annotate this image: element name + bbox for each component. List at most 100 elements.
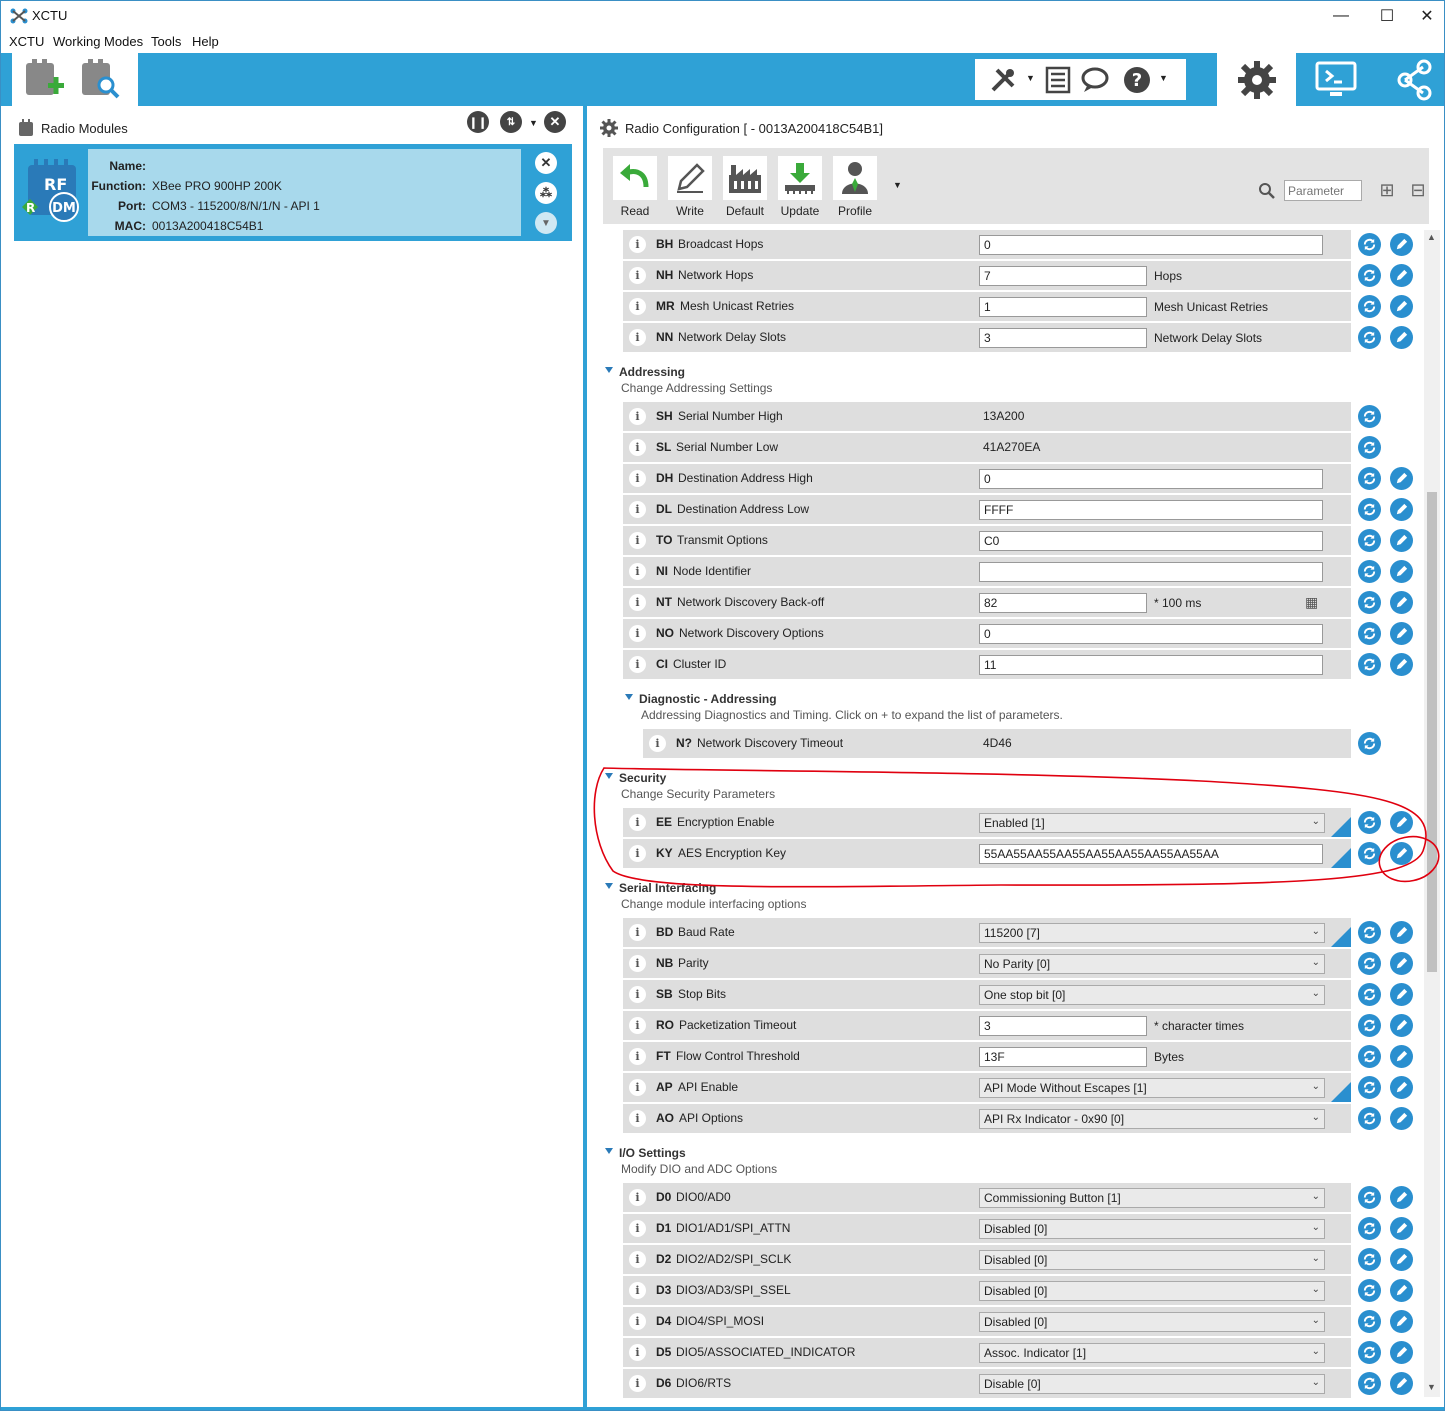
parameter-search-input[interactable] [1284, 180, 1362, 201]
param-value-input[interactable]: 55AA55AA55AA55AA55AA55AA55AA55AA [979, 844, 1323, 864]
refresh-param-button[interactable] [1358, 1014, 1381, 1037]
info-icon[interactable]: i [629, 439, 646, 456]
param-value-select[interactable]: Assoc. Indicator [1] ⌄ [979, 1343, 1325, 1363]
tools-icon[interactable] [989, 66, 1017, 94]
param-value-input[interactable]: 82 [979, 593, 1147, 613]
write-param-button[interactable] [1390, 1341, 1413, 1364]
refresh-param-button[interactable] [1358, 405, 1381, 428]
write-param-button[interactable] [1390, 233, 1413, 256]
info-icon[interactable]: i [629, 1110, 646, 1127]
calculator-icon[interactable]: ▦ [1305, 594, 1318, 611]
write-param-button[interactable] [1390, 983, 1413, 1006]
info-icon[interactable]: i [629, 408, 646, 425]
menu-xctu[interactable]: XCTU [9, 34, 44, 49]
write-param-button[interactable] [1390, 1045, 1413, 1068]
refresh-param-button[interactable] [1358, 498, 1381, 521]
info-icon[interactable]: i [629, 1344, 646, 1361]
refresh-param-button[interactable] [1358, 1045, 1381, 1068]
refresh-param-button[interactable] [1358, 233, 1381, 256]
refresh-param-button[interactable] [1358, 1107, 1381, 1130]
info-icon[interactable]: i [629, 470, 646, 487]
param-value-select[interactable]: Enabled [1] ⌄ [979, 813, 1325, 833]
refresh-param-button[interactable] [1358, 1341, 1381, 1364]
refresh-param-button[interactable] [1358, 622, 1381, 645]
refresh-param-button[interactable] [1358, 983, 1381, 1006]
refresh-param-button[interactable] [1358, 436, 1381, 459]
menu-working-modes[interactable]: Working Modes [53, 34, 143, 49]
scrollbar-thumb[interactable] [1427, 492, 1437, 972]
param-value-select[interactable]: API Mode Without Escapes [1] ⌄ [979, 1078, 1325, 1098]
expand-module-button[interactable]: ▼ [535, 212, 557, 234]
param-value-input[interactable]: 11 [979, 655, 1323, 675]
param-value-input[interactable]: 0 [979, 469, 1323, 489]
param-value-select[interactable]: Disabled [0] ⌄ [979, 1312, 1325, 1332]
minimize-button[interactable]: — [1318, 1, 1364, 31]
write-param-button[interactable] [1390, 467, 1413, 490]
refresh-param-button[interactable] [1358, 326, 1381, 349]
refresh-param-button[interactable] [1358, 295, 1381, 318]
vertical-scrollbar[interactable]: ▲ ▼ [1424, 230, 1440, 1397]
add-device-icon[interactable] [22, 57, 66, 101]
write-param-button[interactable] [1390, 1014, 1413, 1037]
info-icon[interactable]: i [629, 986, 646, 1003]
consoles-mode-tab[interactable] [1296, 53, 1375, 106]
menu-help[interactable]: Help [192, 34, 219, 49]
radio-module-card[interactable]: RF R DM Name: Function: XBee PRO 900HP 2… [14, 144, 572, 241]
write-param-button[interactable] [1390, 498, 1413, 521]
refresh-param-button[interactable] [1358, 1076, 1381, 1099]
param-value-select[interactable]: No Parity [0] ⌄ [979, 954, 1325, 974]
param-value-select[interactable]: 115200 [7] ⌄ [979, 923, 1325, 943]
info-icon[interactable]: i [629, 532, 646, 549]
info-icon[interactable]: i [629, 329, 646, 346]
sort-dropdown-arrow-icon[interactable]: ▼ [529, 118, 538, 128]
write-param-button[interactable] [1390, 1248, 1413, 1271]
param-value-input[interactable]: FFFF [979, 500, 1323, 520]
write-param-button[interactable] [1390, 1310, 1413, 1333]
info-icon[interactable]: i [629, 1017, 646, 1034]
info-icon[interactable]: i [629, 1282, 646, 1299]
refresh-param-button[interactable] [1358, 811, 1381, 834]
param-value-input[interactable]: 1 [979, 297, 1147, 317]
close-window-button[interactable]: ✕ [1410, 1, 1444, 31]
write-param-button[interactable] [1390, 1217, 1413, 1240]
configuration-mode-tab[interactable] [1217, 53, 1296, 106]
param-value-input[interactable]: 7 [979, 266, 1147, 286]
refresh-param-button[interactable] [1358, 1248, 1381, 1271]
tools-dropdown-arrow-icon[interactable]: ▼ [1026, 73, 1035, 83]
write-param-button[interactable] [1390, 622, 1413, 645]
info-icon[interactable]: i [629, 1375, 646, 1392]
info-icon[interactable]: i [629, 924, 646, 941]
refresh-param-button[interactable] [1358, 560, 1381, 583]
info-icon[interactable]: i [629, 845, 646, 862]
write-param-button[interactable] [1390, 1107, 1413, 1130]
refresh-param-button[interactable] [1358, 1310, 1381, 1333]
refresh-param-button[interactable] [1358, 1279, 1381, 1302]
write-param-button[interactable] [1390, 529, 1413, 552]
refresh-param-button[interactable] [1358, 529, 1381, 552]
write-param-button[interactable] [1390, 326, 1413, 349]
refresh-param-button[interactable] [1358, 591, 1381, 614]
refresh-param-button[interactable] [1358, 952, 1381, 975]
info-icon[interactable]: i [629, 594, 646, 611]
info-icon[interactable]: i [629, 1048, 646, 1065]
param-value-input[interactable]: 13F [979, 1047, 1147, 1067]
info-icon[interactable]: i [629, 1251, 646, 1268]
write-param-button[interactable] [1390, 264, 1413, 287]
info-icon[interactable]: i [629, 1220, 646, 1237]
refresh-param-button[interactable] [1358, 1217, 1381, 1240]
info-icon[interactable]: i [629, 1079, 646, 1096]
param-value-input[interactable]: 3 [979, 328, 1147, 348]
discover-radio-nodes-button[interactable]: ⁂ [535, 182, 557, 204]
write-param-button[interactable] [1390, 295, 1413, 318]
param-value-select[interactable]: One stop bit [0] ⌄ [979, 985, 1325, 1005]
param-value-input[interactable] [979, 562, 1323, 582]
write-param-button[interactable] [1390, 1076, 1413, 1099]
frames-generator-icon[interactable] [1045, 66, 1071, 94]
collapse-all-button[interactable]: ⊟ [1407, 180, 1429, 202]
param-value-input[interactable]: 3 [979, 1016, 1147, 1036]
param-value-select[interactable]: Disabled [0] ⌄ [979, 1219, 1325, 1239]
expand-all-button[interactable]: ⊞ [1376, 180, 1398, 202]
info-icon[interactable]: i [629, 267, 646, 284]
param-value-input[interactable]: 0 [979, 235, 1323, 255]
write-param-button[interactable] [1390, 653, 1413, 676]
